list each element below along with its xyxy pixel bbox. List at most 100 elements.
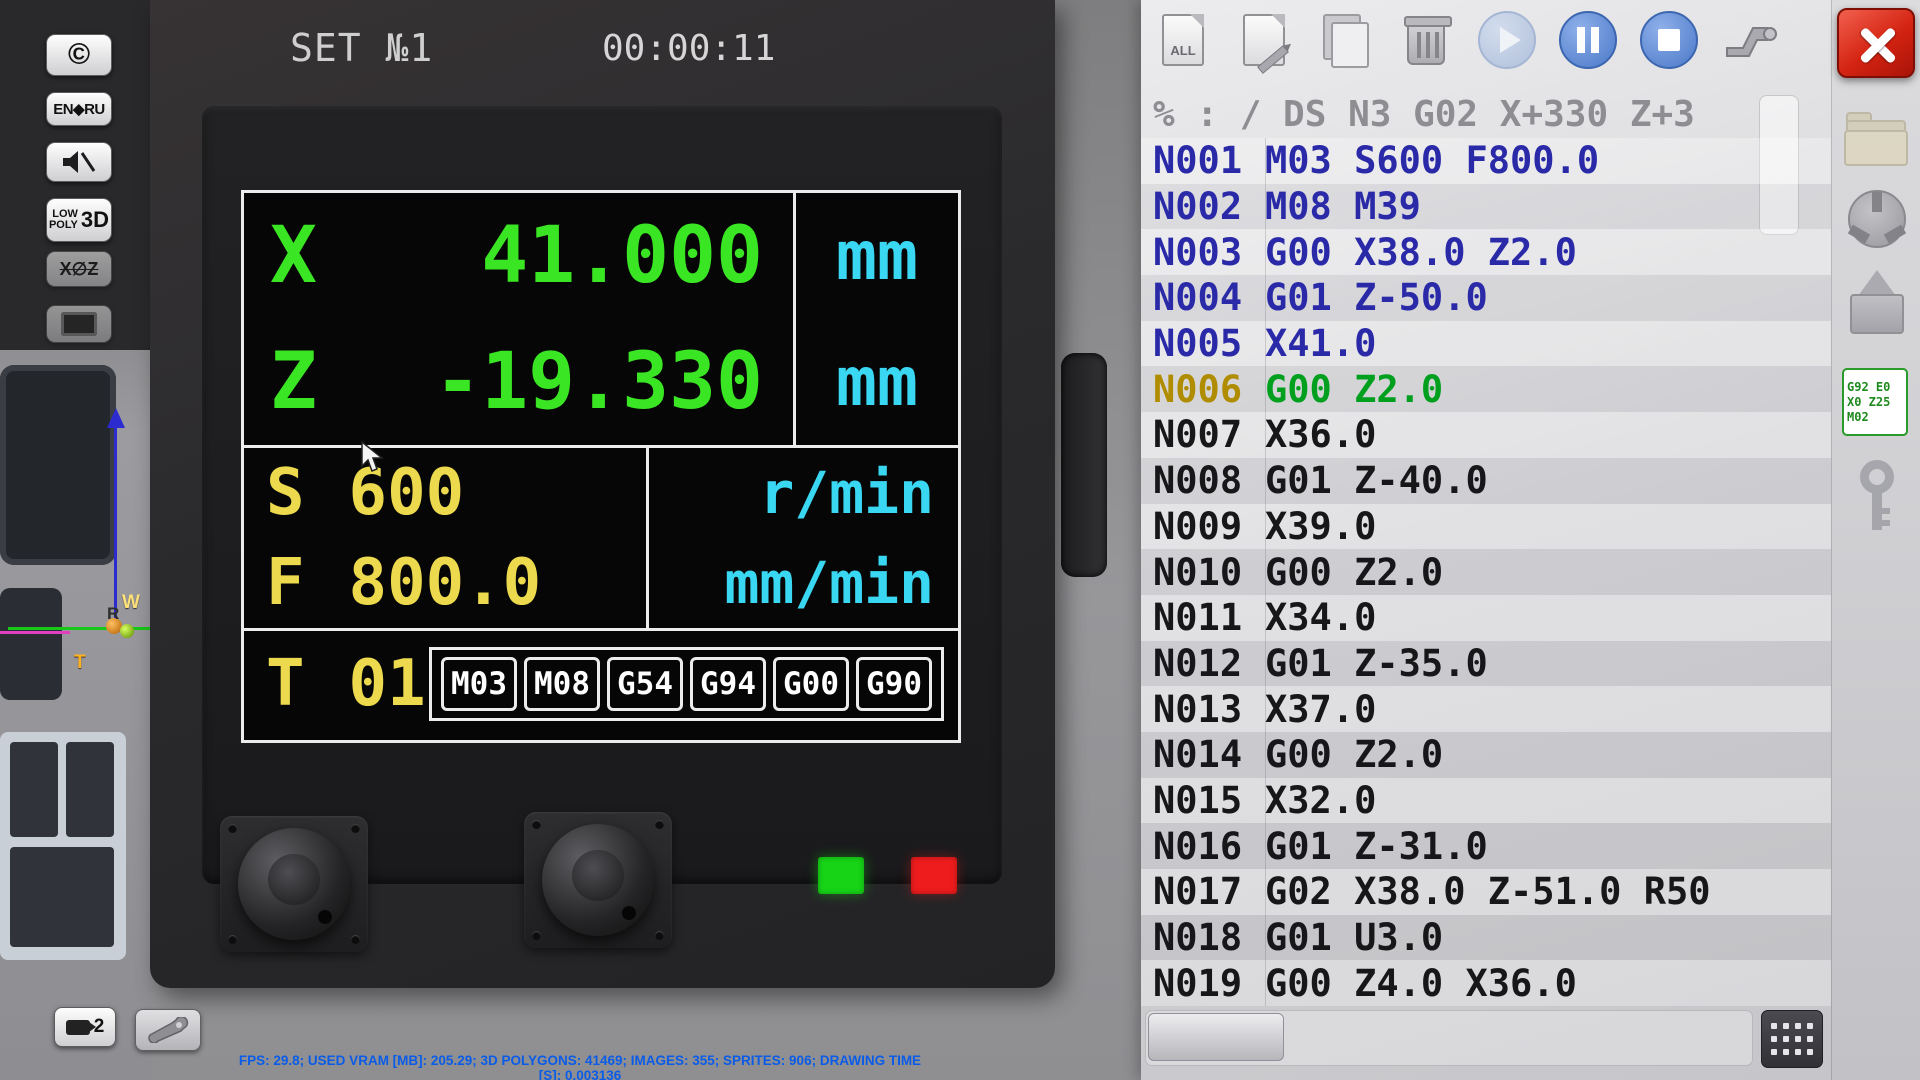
feed-rate-value: 800.0: [349, 546, 542, 620]
gcode-line[interactable]: N006G00 Z2.0: [1141, 366, 1831, 412]
gcode-line[interactable]: N008G01 Z-40.0: [1141, 458, 1831, 504]
tool-origin-marker: [120, 624, 134, 638]
z-axis-dro-label: Z: [270, 337, 317, 427]
camera-view-button[interactable]: 2: [54, 1007, 116, 1047]
gcode-line[interactable]: N018G01 U3.0: [1141, 915, 1831, 961]
t-axis-label: T: [74, 652, 86, 674]
close-button[interactable]: [1837, 8, 1915, 78]
status-code-chip: G54: [607, 657, 683, 711]
gcode-line-number: N010: [1153, 551, 1265, 594]
gcode-line[interactable]: N002M08 M39: [1141, 184, 1831, 230]
tool-holder-icon: [1723, 18, 1777, 62]
tailstock-button[interactable]: [1842, 268, 1912, 346]
copy-program-button[interactable]: [1313, 8, 1377, 72]
pause-program-button[interactable]: [1556, 8, 1620, 72]
low-poly-3d-label: 3D: [81, 207, 109, 233]
mute-button[interactable]: [46, 142, 112, 182]
gcode-line[interactable]: N007X36.0: [1141, 412, 1831, 458]
gcode-line[interactable]: N005X41.0: [1141, 321, 1831, 367]
horizontal-scrollbar-handle[interactable]: [1148, 1013, 1284, 1061]
spindle-override-knob[interactable]: [542, 824, 654, 936]
gcode-line[interactable]: N015X32.0: [1141, 778, 1831, 824]
gcode-line[interactable]: N001M03 S600 F800.0: [1141, 138, 1831, 184]
gcode-list: N001M03 S600 F800.0N002M08 M39N003G00 X3…: [1141, 138, 1831, 1006]
language-toggle-button[interactable]: EN◆RU: [46, 92, 112, 126]
panel-view-button[interactable]: [46, 305, 112, 343]
status-code-chip: G94: [690, 657, 766, 711]
chuck-setup-button[interactable]: [1842, 188, 1912, 252]
gcode-line[interactable]: N019G00 Z4.0 X36.0: [1141, 960, 1831, 1006]
x-axis-line: [0, 631, 70, 634]
run-program-button[interactable]: [1475, 8, 1539, 72]
gcode-line-number: N016: [1153, 825, 1265, 868]
gcode-line-text: X36.0: [1265, 413, 1831, 456]
machine-control-panel: SET №1 00:00:11 X 41.000 Z -19.330 mm: [150, 0, 1055, 988]
gcode-line[interactable]: N014G00 Z2.0: [1141, 732, 1831, 778]
delete-program-button[interactable]: [1394, 8, 1458, 72]
g92-line3: M02: [1847, 411, 1903, 424]
xz-axes-toggle-button[interactable]: X∅Z: [46, 251, 112, 287]
gcode-line[interactable]: N016G01 Z-31.0: [1141, 823, 1831, 869]
alarm-indicator: [911, 857, 957, 894]
z-unit-label: mm: [796, 319, 958, 445]
program-header-line[interactable]: % : / DS N3 G02 X+330 Z+3: [1153, 94, 1801, 136]
fps-stats-line: FPS: 29.8; USED VRAM [MB]: 205.29; 3D PO…: [235, 1053, 925, 1080]
x-position-value: 41.000: [481, 211, 763, 301]
select-all-button[interactable]: ALL: [1151, 8, 1215, 72]
line-number-divider: [1265, 138, 1266, 1006]
knob-plate-right: [524, 812, 672, 948]
stop-program-button[interactable]: [1637, 8, 1701, 72]
machine-window: [0, 365, 116, 565]
gcode-line[interactable]: N011X34.0: [1141, 595, 1831, 641]
horizontal-scrollbar-track[interactable]: [1145, 1010, 1753, 1066]
gcode-line-text: G01 Z-50.0: [1265, 276, 1831, 319]
edit-program-button[interactable]: [1232, 8, 1296, 72]
pause-icon: [1559, 11, 1617, 69]
gcode-line-number: N001: [1153, 139, 1265, 182]
gcode-line-number: N004: [1153, 276, 1265, 319]
gcode-line[interactable]: N017G02 X38.0 Z-51.0 R50: [1141, 869, 1831, 915]
gcode-line-number: N015: [1153, 779, 1265, 822]
gcode-line-text: G01 Z-35.0: [1265, 642, 1831, 685]
low-poly-label: LOW POLY: [49, 209, 78, 231]
gcode-line-text: G00 Z2.0: [1265, 733, 1831, 776]
w-axis-label: W: [122, 592, 140, 614]
g92-preset-button[interactable]: G92 E0 X0 Z25 M02: [1842, 368, 1908, 436]
gcode-line-text: G01 Z-40.0: [1265, 459, 1831, 502]
low-poly-3d-button[interactable]: LOW POLY 3D: [46, 198, 112, 242]
gcode-line-number: N007: [1153, 413, 1265, 456]
gcode-line[interactable]: N010G00 Z2.0: [1141, 549, 1831, 595]
spindle-speed-row: S 600: [244, 448, 646, 538]
status-code-chip: G90: [856, 657, 932, 711]
gcode-line[interactable]: N012G01 Z-35.0: [1141, 641, 1831, 687]
set-number-label: SET №1: [290, 26, 433, 70]
status-code-chip: M08: [524, 657, 600, 711]
screen-icon: [61, 312, 97, 336]
tools-button[interactable]: [135, 1009, 201, 1051]
right-icon-strip: G92 E0 X0 Z25 M02: [1831, 0, 1920, 1080]
cnc-simulator-app: Z W R T © EN◆RU LOW POLY 3D X∅Z SET №1 0…: [0, 0, 1920, 1080]
gcode-line-number: N013: [1153, 688, 1265, 731]
gcode-line[interactable]: N009X39.0: [1141, 504, 1831, 550]
gcode-line-number: N017: [1153, 870, 1265, 913]
tool-setup-button[interactable]: [1718, 8, 1782, 72]
copyright-button[interactable]: ©: [46, 34, 112, 76]
gcode-line-number: N014: [1153, 733, 1265, 776]
g92-line2: X0 Z25: [1847, 396, 1903, 409]
gcode-line-number: N012: [1153, 642, 1265, 685]
feed-rate-label: F: [266, 546, 305, 620]
gcode-line-number: N005: [1153, 322, 1265, 365]
x-position-row: X 41.000: [244, 193, 793, 319]
gcode-line[interactable]: N003G00 X38.0 Z2.0: [1141, 229, 1831, 275]
gcode-line[interactable]: N013X37.0: [1141, 686, 1831, 732]
feed-override-knob[interactable]: [238, 828, 350, 940]
x-axis-dro-label: X: [270, 211, 317, 301]
status-codes: M03M08G54G94G00G90: [429, 647, 944, 721]
stop-icon: [1640, 11, 1698, 69]
load-program-button[interactable]: [1842, 108, 1912, 172]
document-all-icon: ALL: [1162, 14, 1204, 66]
gcode-line[interactable]: N004G01 Z-50.0: [1141, 275, 1831, 321]
gcode-line-number: N002: [1153, 185, 1265, 228]
key-lock-button[interactable]: [1842, 460, 1912, 534]
virtual-keypad-button[interactable]: [1761, 1010, 1823, 1068]
